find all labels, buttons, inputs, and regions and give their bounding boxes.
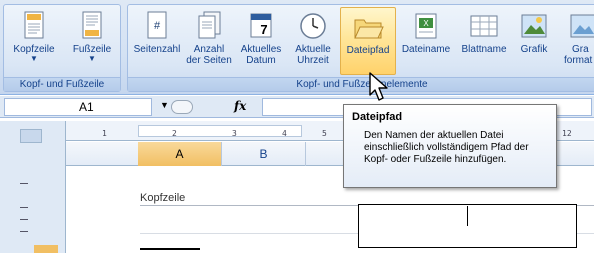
- current-date-button[interactable]: 7 Aktuelles Datum: [236, 7, 286, 75]
- file-path-button[interactable]: Dateipfad: [340, 7, 396, 75]
- chevron-down-icon: ▼: [30, 54, 38, 63]
- insert-function-button[interactable]: fx: [234, 99, 246, 113]
- file-name-label: Dateiname: [401, 44, 451, 55]
- vertical-ruler[interactable]: [0, 167, 66, 253]
- ribbon-group-header-footer-elements: # Seitenzahl Anzahl der Seiten 7 Aktuell…: [127, 4, 594, 92]
- file-name-icon: X: [415, 13, 437, 39]
- current-time-button[interactable]: Aktuelle Uhrzeit: [288, 7, 338, 75]
- svg-text:7: 7: [260, 22, 267, 37]
- page-number-button[interactable]: # Seitenzahl: [132, 7, 182, 75]
- column-header-a[interactable]: A: [138, 142, 222, 166]
- ruler-tick: 2: [172, 129, 177, 138]
- ribbon: Kopfzeile ▼ Fußzeile ▼ Kopf- und Fußzeil…: [0, 0, 594, 95]
- group-label-header-footer: Kopf- und Fußzeile: [4, 77, 120, 91]
- file-path-label: Dateipfad: [346, 45, 390, 56]
- current-time-label-2: Uhrzeit: [297, 55, 329, 66]
- ruler-tick-mark: [20, 183, 28, 184]
- mouse-pointer-icon: [369, 72, 388, 101]
- ruler-tick-mark: [20, 219, 28, 220]
- page-count-button[interactable]: Anzahl der Seiten: [184, 7, 234, 75]
- file-name-button[interactable]: X Dateiname: [398, 7, 454, 75]
- sheet-name-label: Blattname: [461, 44, 507, 55]
- column-header-b[interactable]: B: [222, 142, 306, 166]
- page-count-icon: [198, 11, 221, 39]
- formula-cancel-icon[interactable]: [171, 100, 193, 114]
- picture-format-icon: [570, 14, 594, 38]
- header-page-icon: [24, 11, 44, 39]
- picture-format-label-1: Gra: [572, 44, 589, 55]
- page-count-label-1: Anzahl: [193, 44, 225, 55]
- chevron-down-icon: ▼: [88, 54, 96, 63]
- ruler-tick: 12: [562, 129, 572, 138]
- ruler-tick: 3: [232, 129, 237, 138]
- page-number-label: Seitenzahl: [133, 44, 181, 55]
- selected-row-marker: [34, 245, 58, 253]
- picture-format-label-2: format: [564, 55, 593, 66]
- svg-text:#: #: [154, 20, 161, 32]
- select-all-corner[interactable]: [0, 121, 66, 167]
- current-time-label-1: Aktuelle: [295, 44, 331, 55]
- chevron-down-icon[interactable]: ▼: [160, 100, 169, 110]
- current-date-label-2: Datum: [246, 55, 276, 66]
- folder-icon: [354, 19, 384, 39]
- ribbon-group-header-footer: Kopfzeile ▼ Fußzeile ▼ Kopf- und Fußzeil…: [3, 4, 121, 92]
- page-number-icon: #: [147, 11, 167, 39]
- tooltip-title: Dateipfad: [352, 111, 403, 123]
- header-area-label: Kopfzeile: [140, 192, 186, 204]
- page-count-label-2: der Seiten: [186, 55, 232, 66]
- ruler-tick-mark: [20, 231, 28, 232]
- name-box[interactable]: A1: [4, 98, 152, 116]
- clock-icon: [300, 13, 326, 39]
- picture-label: Grafik: [520, 44, 548, 55]
- picture-format-button[interactable]: Gra format: [556, 7, 594, 75]
- text-cursor: [467, 206, 468, 226]
- footer-page-icon: [82, 11, 102, 39]
- select-all-icon: [20, 129, 42, 143]
- ruler-margin-area: [138, 125, 302, 137]
- sheet-name-icon: [470, 15, 498, 37]
- ruler-tick: 4: [282, 129, 287, 138]
- current-date-label-1: Aktuelles: [240, 44, 282, 55]
- picture-button[interactable]: Grafik: [514, 7, 554, 75]
- footer-button[interactable]: Fußzeile ▼: [64, 7, 120, 75]
- tooltip-body: Den Namen der aktuellen Datei einschließ…: [364, 130, 529, 165]
- ruler-tick: 5: [322, 129, 327, 138]
- calendar-icon: 7: [250, 13, 272, 38]
- group-label-header-footer-elements: Kopf- und Fußzeilenelemente: [128, 77, 594, 91]
- tooltip: Dateipfad Den Namen der aktuellen Datei …: [343, 104, 557, 188]
- svg-text:X: X: [423, 19, 429, 28]
- sheet-name-button[interactable]: Blattname: [456, 7, 512, 75]
- picture-icon: [521, 14, 547, 38]
- ruler-tick-mark: [20, 207, 28, 208]
- ruler-tick: 1: [102, 129, 107, 138]
- active-cell-outline: [140, 248, 200, 253]
- header-button[interactable]: Kopfzeile ▼: [6, 7, 62, 75]
